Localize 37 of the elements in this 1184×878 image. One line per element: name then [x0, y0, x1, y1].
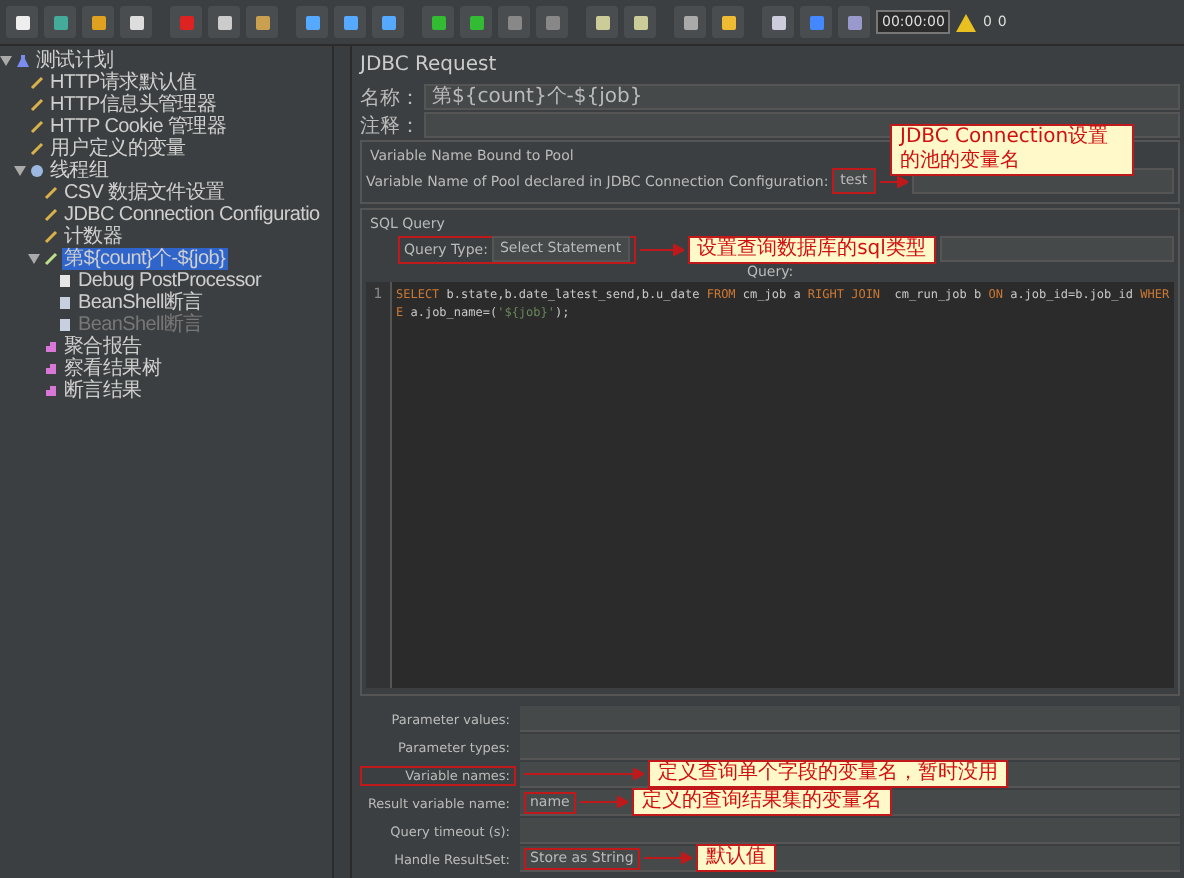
arrow — [579, 796, 628, 808]
tree-item[interactable]: HTTP请求默认值 — [48, 72, 199, 94]
tree-item[interactable]: Debug PostProcessor — [76, 270, 264, 292]
title-field[interactable]: 第${count}个-${job} — [424, 84, 1180, 110]
annotation-tooltip: 设置查询数据库的sql类型 — [687, 235, 936, 263]
collapse-arrow-icon[interactable] — [0, 56, 12, 66]
tree-item[interactable]: 聚合报告 — [62, 336, 144, 358]
parameter-field[interactable] — [520, 734, 1180, 760]
tree-item[interactable]: HTTP信息头管理器 — [48, 94, 219, 116]
panel-title: JDBC Request — [360, 52, 497, 80]
arrow — [643, 852, 692, 864]
tree-item[interactable]: 第${count}个-${job} — [62, 248, 228, 270]
tree-item[interactable]: JDBC Connection Configuratio — [62, 204, 322, 226]
arrow — [879, 175, 908, 187]
annotation-tooltip: JDBC Connection设置的池的变量名 — [890, 124, 1134, 176]
tree-item[interactable]: 断言结果 — [62, 380, 144, 402]
tree-item[interactable]: 计数器 — [62, 226, 125, 248]
title-label: 名称： — [360, 85, 420, 111]
tree-item[interactable]: CSV 数据文件设置 — [62, 182, 227, 204]
parameter-field[interactable] — [520, 818, 1180, 844]
arrow — [639, 243, 684, 255]
tree-item[interactable]: HTTP Cookie 管理器 — [48, 116, 229, 138]
tree-item[interactable]: 察看结果树 — [62, 358, 164, 380]
tree-item[interactable]: BeanShell断言 — [76, 292, 205, 314]
parameter-field[interactable] — [520, 706, 1180, 732]
collapse-arrow-icon[interactable] — [28, 254, 40, 264]
annotation-tooltip: 定义查询单个字段的变量名，暂时没用 — [648, 760, 1008, 788]
tree-item[interactable]: 用户定义的变量 — [48, 138, 188, 160]
parameter-field[interactable]: 定义查询单个字段的变量名，暂时没用 — [520, 762, 1180, 788]
collapse-arrow-icon[interactable] — [14, 166, 26, 176]
tree-item[interactable]: 测试计划 — [34, 50, 116, 72]
tree-item[interactable]: 线程组 — [48, 160, 111, 182]
comment-label: 注释： — [360, 113, 420, 139]
arrow — [524, 768, 644, 780]
annotation-tooltip: 默认值 — [695, 844, 776, 872]
warning-icon[interactable] — [956, 13, 977, 31]
annotation-tooltip: 定义的查询结果集的变量名 — [631, 788, 892, 816]
